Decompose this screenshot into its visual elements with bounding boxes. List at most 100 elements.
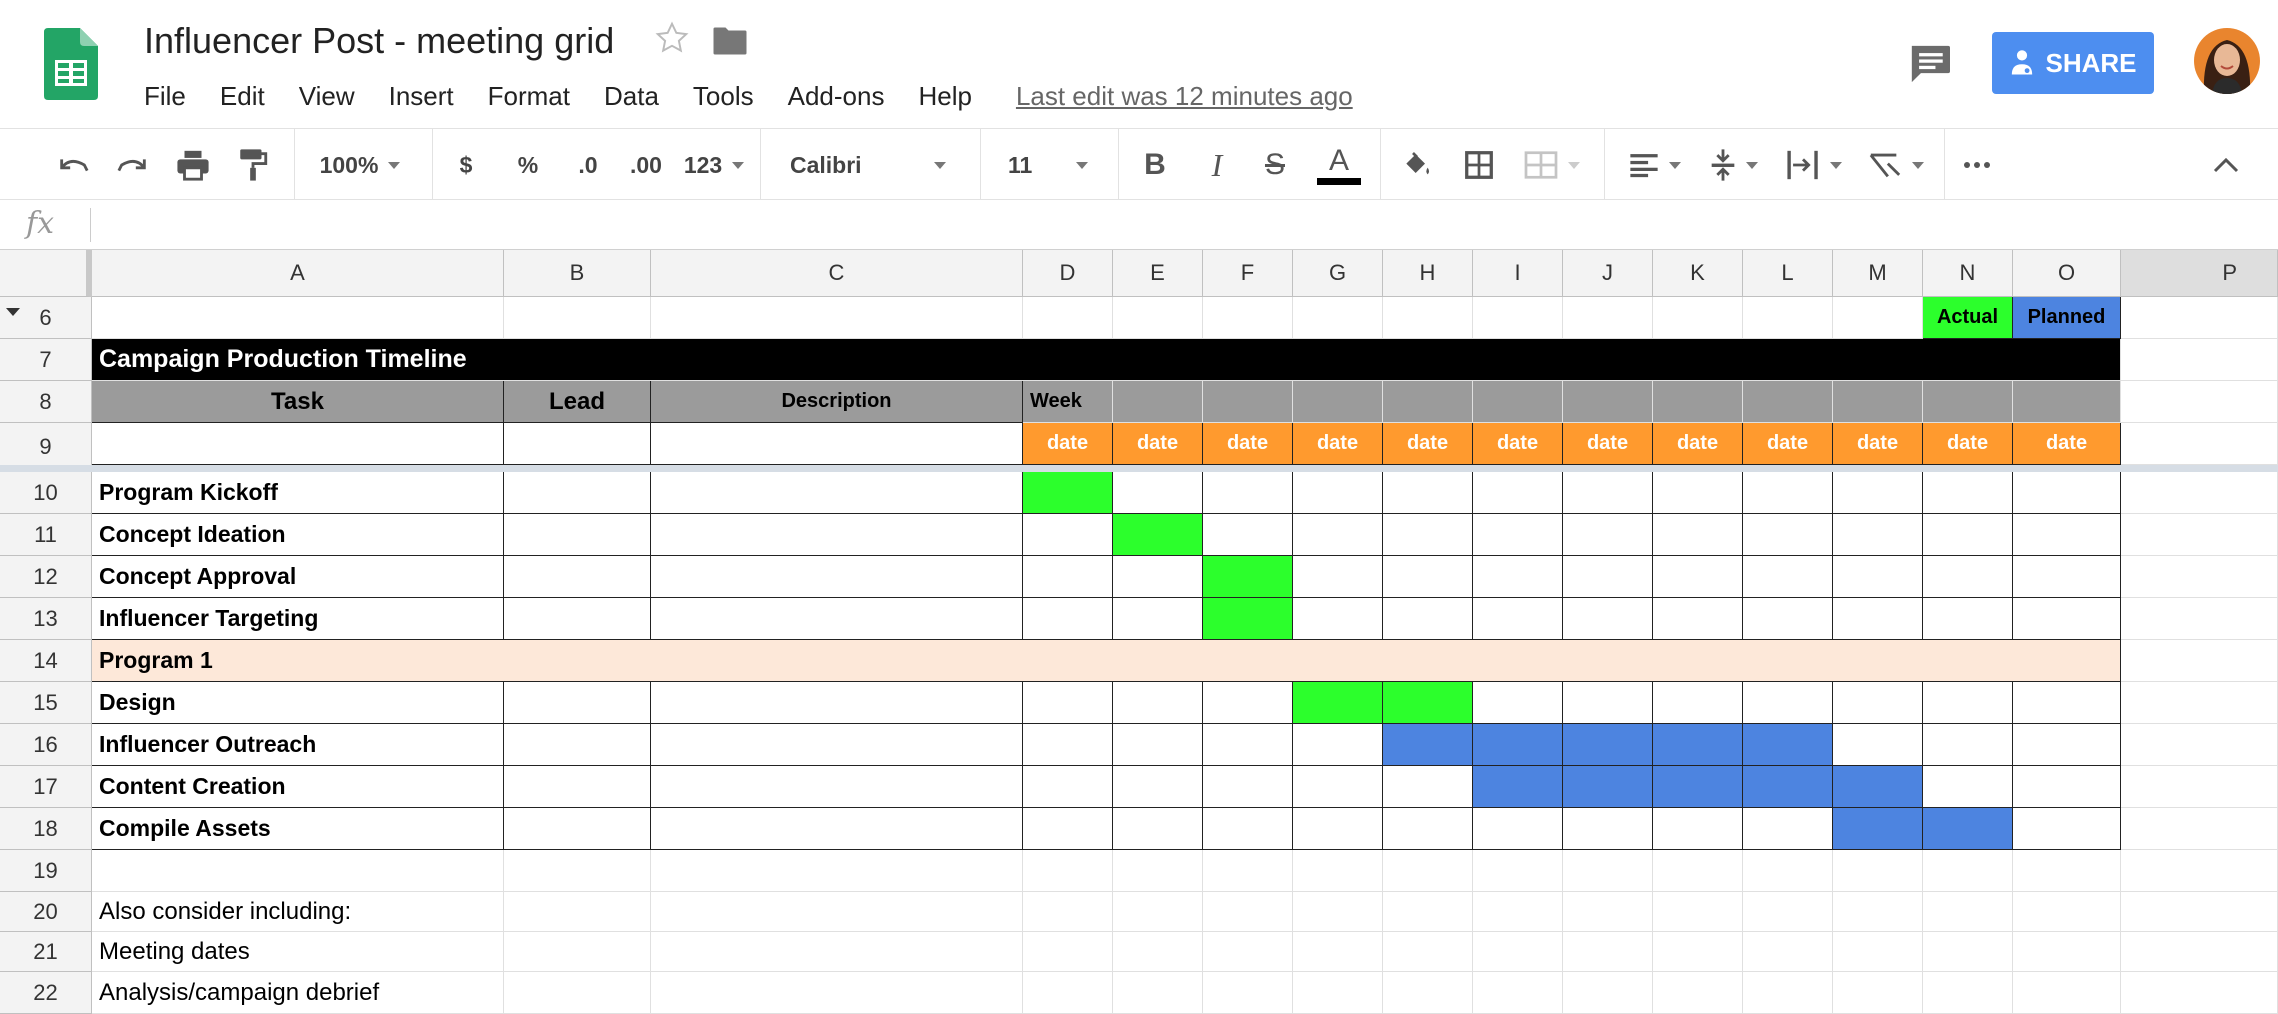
grid-cell[interactable]	[1653, 297, 1743, 339]
note-text[interactable]: Analysis/campaign debrief	[92, 972, 504, 1014]
grid-cell[interactable]	[1923, 850, 2013, 892]
grid-cell[interactable]	[504, 297, 651, 339]
grid-cell[interactable]	[92, 850, 504, 892]
menu-tools[interactable]: Tools	[693, 81, 754, 112]
grid-cell[interactable]	[92, 297, 504, 339]
grid-cell[interactable]	[1203, 850, 1293, 892]
timeline-cell[interactable]	[1023, 682, 1113, 724]
grid-cell[interactable]	[1383, 892, 1473, 932]
grid-cell[interactable]	[504, 423, 651, 465]
timeline-cell[interactable]	[1923, 682, 2013, 724]
grid-cell[interactable]	[1473, 972, 1563, 1014]
timeline-cell-planned[interactable]	[1653, 766, 1743, 808]
timeline-cell[interactable]	[1653, 556, 1743, 598]
grid-cell[interactable]	[1293, 892, 1383, 932]
timeline-cell[interactable]	[1473, 556, 1563, 598]
grid-cell[interactable]	[1023, 297, 1113, 339]
task-lead-cell[interactable]	[504, 724, 651, 766]
date-cell[interactable]: date	[1293, 423, 1383, 465]
avatar[interactable]	[2194, 28, 2260, 94]
header-week-cell[interactable]	[1653, 381, 1743, 423]
timeline-cell-actual[interactable]	[1383, 682, 1473, 724]
column-header-f[interactable]: F	[1203, 250, 1293, 297]
header-week-cell[interactable]	[1113, 381, 1203, 423]
task-lead-cell[interactable]	[504, 808, 651, 850]
paint-format-icon[interactable]	[230, 129, 276, 201]
grid-cell[interactable]	[1743, 892, 1833, 932]
task-description-cell[interactable]	[651, 808, 1023, 850]
timeline-cell[interactable]	[1383, 556, 1473, 598]
text-color-icon[interactable]: A	[1314, 129, 1364, 201]
row-header-12[interactable]: 12	[0, 556, 92, 598]
menu-edit[interactable]: Edit	[220, 81, 265, 112]
font-family-select[interactable]: Calibri	[770, 129, 960, 201]
grid-cell[interactable]	[2121, 932, 2278, 972]
column-header-h[interactable]: H	[1383, 250, 1473, 297]
grid-cell[interactable]	[651, 297, 1023, 339]
grid-cell[interactable]	[2121, 556, 2278, 598]
grid-cell[interactable]	[1293, 850, 1383, 892]
timeline-cell[interactable]	[1293, 514, 1383, 556]
timeline-cell-planned[interactable]	[1473, 766, 1563, 808]
grid-cell[interactable]	[1653, 972, 1743, 1014]
row-header-14[interactable]: 14	[0, 640, 92, 682]
timeline-cell[interactable]	[1923, 598, 2013, 640]
row-header-18[interactable]: 18	[0, 808, 92, 850]
timeline-cell[interactable]	[2013, 472, 2121, 514]
header-week-cell[interactable]	[2013, 381, 2121, 423]
menu-file[interactable]: File	[144, 81, 186, 112]
grid-cell[interactable]	[1833, 892, 1923, 932]
menu-insert[interactable]: Insert	[389, 81, 454, 112]
row-header-22[interactable]: 22	[0, 972, 92, 1014]
timeline-cell[interactable]	[1203, 682, 1293, 724]
task-description-cell[interactable]	[651, 724, 1023, 766]
column-header-p[interactable]: P	[2121, 250, 2278, 297]
task-lead-cell[interactable]	[504, 766, 651, 808]
timeline-cell[interactable]	[1113, 682, 1203, 724]
grid-cell[interactable]	[1743, 972, 1833, 1014]
date-cell[interactable]: date	[1203, 423, 1293, 465]
timeline-cell[interactable]	[1653, 472, 1743, 514]
share-button[interactable]: SHARE	[1992, 32, 2154, 94]
strikethrough-icon[interactable]: S	[1254, 129, 1296, 201]
grid-cell[interactable]	[92, 423, 504, 465]
last-edit-link[interactable]: Last edit was 12 minutes ago	[1016, 81, 1353, 112]
timeline-cell[interactable]	[1293, 598, 1383, 640]
timeline-cell[interactable]	[1923, 766, 2013, 808]
timeline-cell[interactable]	[1923, 556, 2013, 598]
header-week-cell[interactable]	[1293, 381, 1383, 423]
timeline-cell[interactable]	[1203, 472, 1293, 514]
grid-cell[interactable]	[2121, 339, 2278, 381]
grid-cell[interactable]	[1113, 297, 1203, 339]
grid-cell[interactable]	[2121, 640, 2278, 682]
grid-cell[interactable]	[2121, 297, 2278, 339]
header-week-cell[interactable]	[1563, 381, 1653, 423]
grid-cell[interactable]	[1383, 850, 1473, 892]
column-header-k[interactable]: K	[1653, 250, 1743, 297]
timeline-cell[interactable]	[1743, 808, 1833, 850]
task-description-cell[interactable]	[651, 514, 1023, 556]
grid-cell[interactable]	[2121, 598, 2278, 640]
more-options-icon[interactable]	[1952, 129, 2002, 201]
grid-cell[interactable]	[651, 892, 1023, 932]
timeline-cell[interactable]	[1023, 598, 1113, 640]
grid-cell[interactable]	[1293, 297, 1383, 339]
menu-data[interactable]: Data	[604, 81, 659, 112]
grid-cell[interactable]	[651, 423, 1023, 465]
timeline-cell[interactable]	[2013, 682, 2121, 724]
timeline-cell-actual[interactable]	[1023, 472, 1113, 514]
timeline-cell[interactable]	[1293, 556, 1383, 598]
column-header-m[interactable]: M	[1833, 250, 1923, 297]
timeline-cell[interactable]	[1113, 556, 1203, 598]
timeline-cell[interactable]	[1023, 556, 1113, 598]
grid-cell[interactable]	[504, 932, 651, 972]
grid-cell[interactable]	[1923, 972, 2013, 1014]
grid-cell[interactable]	[2121, 972, 2278, 1014]
timeline-cell[interactable]	[1023, 514, 1113, 556]
timeline-cell[interactable]	[1383, 808, 1473, 850]
grid-cell[interactable]	[1293, 972, 1383, 1014]
timeline-cell[interactable]	[1383, 472, 1473, 514]
task-name[interactable]: Compile Assets	[92, 808, 504, 850]
timeline-cell-actual[interactable]	[1203, 556, 1293, 598]
timeline-cell[interactable]	[1293, 472, 1383, 514]
